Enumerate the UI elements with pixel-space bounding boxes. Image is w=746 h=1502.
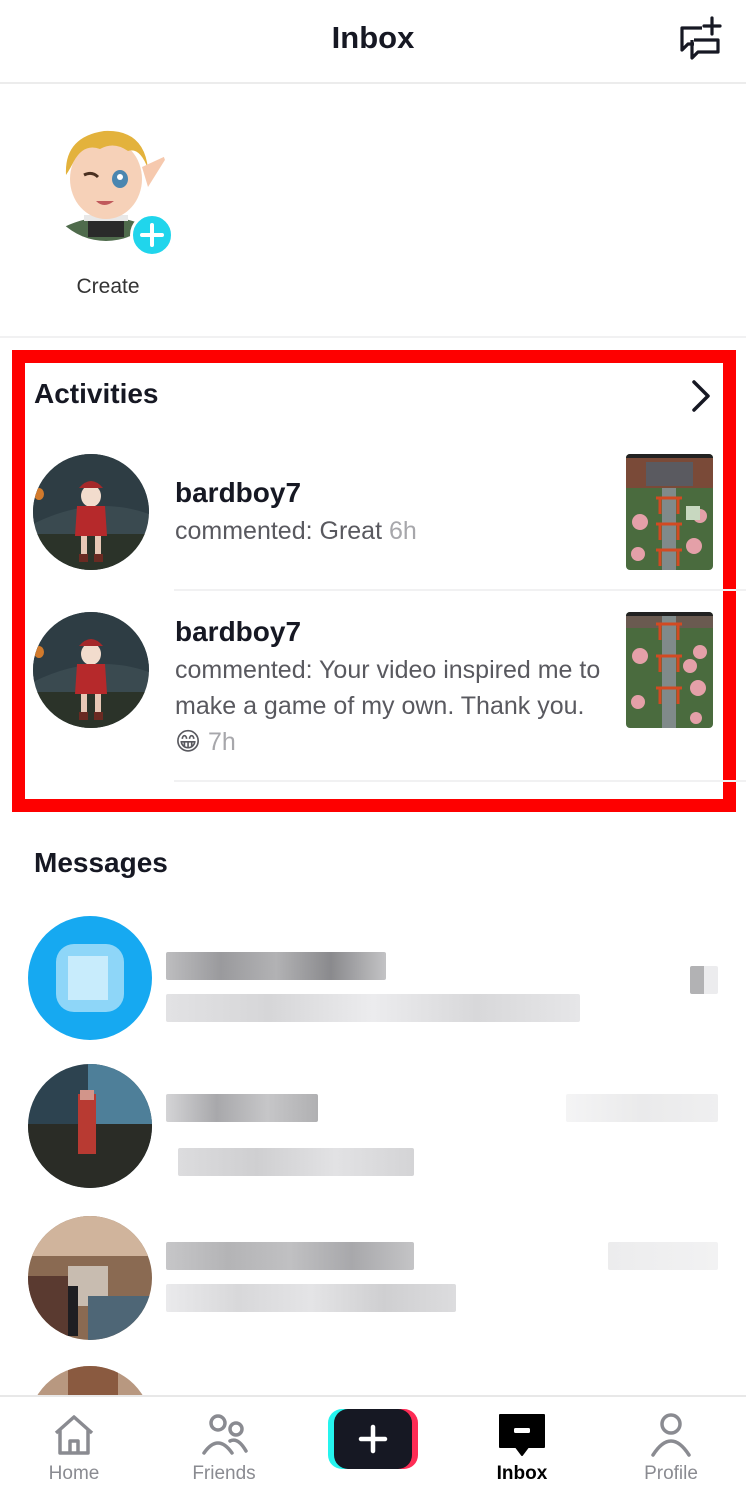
message-time-blurred bbox=[566, 1094, 718, 1122]
message-name-blurred bbox=[166, 1242, 414, 1270]
message-item[interactable] bbox=[0, 1366, 746, 1396]
message-avatar[interactable] bbox=[28, 1216, 152, 1340]
row-divider bbox=[174, 589, 746, 591]
chevron-right-icon bbox=[692, 380, 710, 412]
new-message-icon bbox=[680, 16, 722, 60]
profile-icon bbox=[651, 1413, 691, 1457]
message-avatar[interactable] bbox=[28, 1366, 152, 1396]
comment-text: commented: Great bbox=[175, 517, 383, 545]
create-video-button[interactable] bbox=[328, 1409, 418, 1469]
message-item[interactable] bbox=[0, 1216, 746, 1356]
tab-label: Friends bbox=[192, 1463, 256, 1484]
plus-icon bbox=[140, 223, 164, 247]
inbox-icon bbox=[499, 1414, 545, 1456]
activity-comment: commented: Great 6h bbox=[175, 513, 605, 549]
grin-emoji-icon: 😁 bbox=[175, 728, 202, 756]
message-name-blurred bbox=[166, 952, 386, 980]
activity-user-avatar[interactable] bbox=[33, 454, 149, 570]
messages-title: Messages bbox=[34, 847, 168, 878]
message-item[interactable] bbox=[0, 916, 746, 1056]
new-message-button[interactable] bbox=[676, 16, 724, 64]
top-bar: Inbox bbox=[0, 0, 746, 84]
activity-item[interactable]: bardboy7 commented: Great 6h bbox=[0, 453, 746, 591]
message-avatar[interactable] bbox=[28, 1064, 152, 1188]
message-time-blurred bbox=[690, 966, 718, 994]
activity-comment: commented: Your video inspired me to mak… bbox=[175, 652, 605, 760]
activity-username[interactable]: bardboy7 bbox=[175, 616, 301, 648]
activity-video-thumbnail[interactable] bbox=[626, 454, 713, 570]
activity-username[interactable]: bardboy7 bbox=[175, 477, 301, 509]
bottom-nav: Home Friends Inbox Profile bbox=[0, 1395, 746, 1500]
tab-friends[interactable]: Friends bbox=[164, 1397, 284, 1502]
message-item[interactable] bbox=[0, 1064, 746, 1204]
message-preview-blurred bbox=[178, 1148, 414, 1176]
activities-title[interactable]: Activities bbox=[34, 378, 159, 410]
tab-inbox[interactable]: Inbox bbox=[462, 1397, 582, 1502]
activity-time: 7h bbox=[208, 728, 236, 756]
friends-icon bbox=[202, 1414, 248, 1455]
activity-time: 6h bbox=[388, 517, 417, 545]
add-story-button[interactable] bbox=[130, 213, 174, 257]
tab-label: Home bbox=[48, 1463, 100, 1484]
activity-user-avatar[interactable] bbox=[33, 612, 149, 728]
message-preview-blurred bbox=[166, 994, 580, 1022]
tab-label: Inbox bbox=[496, 1463, 548, 1484]
page-title: Inbox bbox=[331, 20, 415, 55]
tab-profile[interactable]: Profile bbox=[611, 1397, 731, 1502]
message-name-blurred bbox=[166, 1094, 318, 1122]
message-preview-blurred bbox=[166, 1284, 456, 1312]
activity-video-thumbnail[interactable] bbox=[626, 612, 713, 728]
row-divider bbox=[174, 780, 746, 782]
message-avatar[interactable] bbox=[28, 916, 152, 1040]
message-time-blurred bbox=[608, 1242, 718, 1270]
divider bbox=[0, 336, 746, 338]
home-icon bbox=[54, 1415, 94, 1455]
activities-see-all-button[interactable] bbox=[686, 378, 714, 414]
create-story[interactable]: Create bbox=[42, 115, 178, 305]
comment-text: commented: Your video inspired me to mak… bbox=[175, 656, 601, 720]
create-label: Create bbox=[76, 275, 140, 298]
create-plus-icon bbox=[328, 1409, 418, 1469]
tab-label: Profile bbox=[644, 1463, 698, 1484]
tab-home[interactable]: Home bbox=[14, 1397, 134, 1502]
activity-item[interactable]: bardboy7 commented: Your video inspired … bbox=[0, 592, 746, 782]
